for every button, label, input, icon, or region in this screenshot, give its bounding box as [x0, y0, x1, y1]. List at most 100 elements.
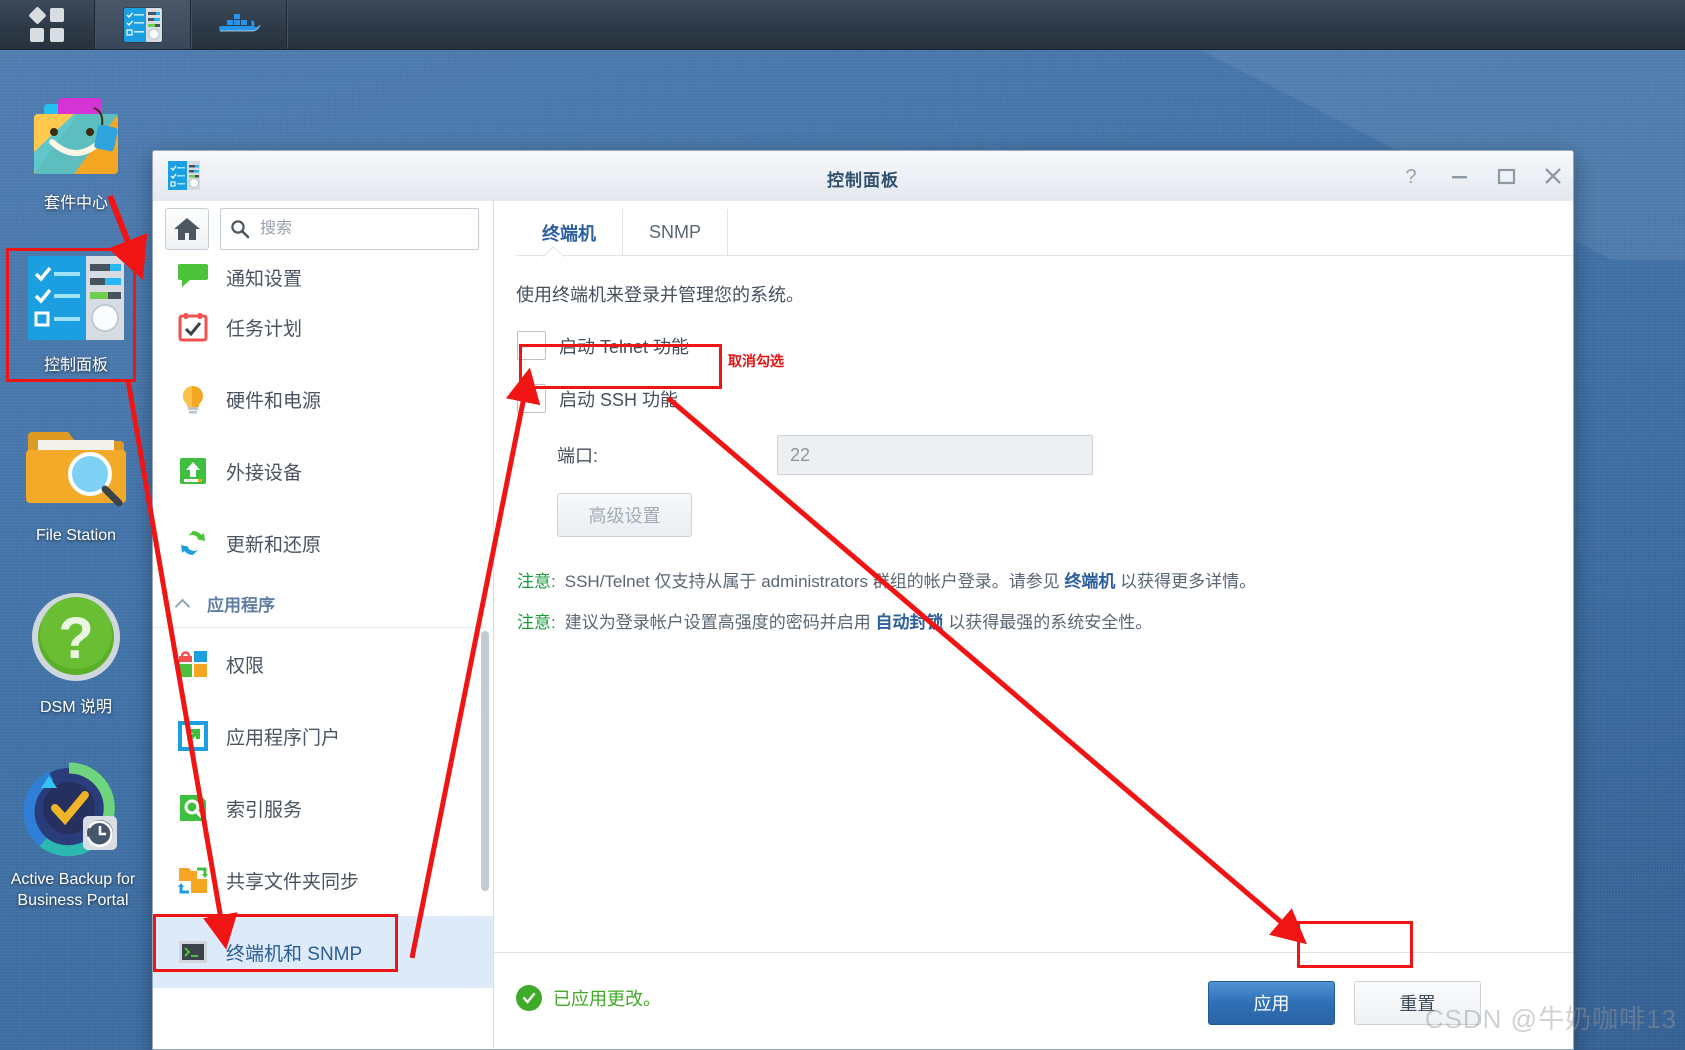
docker-whale-icon [219, 13, 261, 31]
status-message: 已应用更改。 [516, 985, 661, 1011]
home-icon [174, 218, 200, 240]
sidebar-item-terminal-snmp[interactable]: 终端机和 SNMP [153, 916, 493, 988]
tab-snmp[interactable]: SNMP [623, 209, 729, 256]
telnet-checkbox-row[interactable]: 启动 Telnet 功能 [494, 331, 1573, 360]
search-icon [231, 220, 250, 239]
chevron-up-icon [175, 595, 191, 611]
desktop-icon-control-panel[interactable]: 控制面板 [3, 250, 149, 376]
desktop-icon-file-station[interactable]: File Station [3, 418, 149, 546]
sidebar-item-application-portal[interactable]: 应用程序门户 [153, 700, 493, 772]
sidebar-item-label: 通知设置 [226, 269, 303, 290]
note-prefix: 注意: [517, 613, 556, 632]
indexing-service-icon [177, 792, 209, 824]
desktop-icon-dsm-help[interactable]: ? DSM 说明 [3, 588, 149, 718]
note-1: 注意: SSH/Telnet 仅支持从属于 administrators 群组的… [494, 567, 1573, 592]
desktop-icon-active-backup[interactable]: Active Backup for Business Portal [0, 758, 148, 911]
help-button[interactable]: ? [1398, 163, 1424, 189]
sidebar-nav-list[interactable]: 通知设置 任务计划 硬件和电源 外接设备 更新和还原 应用程序 权限 应用程序门… [153, 257, 493, 1049]
tab-strip: 终端机 SNMP [494, 201, 1573, 268]
control-panel-window: 控制面板 ? 搜索 通知设置 任务计划 硬件和电源 外接设备 更新和还原 应用程… [152, 150, 1574, 1050]
sidebar-item-privileges[interactable]: 权限 [153, 628, 493, 700]
window-title: 控制面板 [827, 171, 899, 190]
note-link[interactable]: 自动封锁 [875, 613, 943, 632]
ssh-checkbox[interactable] [517, 384, 546, 413]
note-text-part1: SSH/Telnet 仅支持从属于 administrators 群组的帐户登录… [564, 572, 1065, 591]
sidebar-scrollbar[interactable] [481, 631, 489, 891]
maximize-button[interactable] [1493, 163, 1519, 189]
sidebar-item-indexing-service[interactable]: 索引服务 [153, 772, 493, 844]
note-link[interactable]: 终端机 [1064, 572, 1115, 591]
port-input[interactable]: 22 [777, 435, 1093, 475]
sidebar-item-label: 权限 [226, 655, 265, 677]
search-input[interactable] [258, 219, 469, 239]
terminal-snmp-icon [177, 936, 209, 968]
sidebar-item-external-devices[interactable]: 外接设备 [153, 435, 493, 507]
sidebar-item-update-restore[interactable]: 更新和还原 [153, 507, 493, 579]
telnet-label: 启动 Telnet 功能 [559, 336, 690, 357]
external-devices-icon [177, 455, 209, 487]
sidebar-group-label: 应用程序 [207, 595, 275, 615]
desktop-icon-package-center[interactable]: 套件中心 [3, 80, 149, 214]
desktop-icon-label: File Station [35, 527, 117, 544]
desktop-icon-label: 控制面板 [43, 357, 108, 374]
note-2: 注意: 建议为登录帐户设置高强度的密码并启用 自动封锁 以获得最强的系统安全性。 [494, 608, 1573, 633]
port-label: 端口: [557, 446, 599, 466]
sidebar-item-shared-folder-sync[interactable]: 共享文件夹同步 [153, 844, 493, 916]
task-scheduler-icon [177, 311, 209, 343]
sidebar-item-label: 外接设备 [226, 462, 303, 484]
terminal-settings-panel: 使用终端机来登录并管理您的系统。 启动 Telnet 功能 启动 SSH 功能 … [494, 257, 1573, 953]
svg-text:?: ? [1405, 166, 1416, 188]
sidebar: 通知设置 任务计划 [153, 201, 494, 1049]
app-grid-icon [28, 5, 64, 42]
reset-button[interactable]: 重置 [1354, 981, 1481, 1025]
note-text: SSH/Telnet 仅支持从属于 administrators 群组的帐户登录… [565, 567, 1256, 592]
desktop-icon-label: Active Backup for Business Portal [10, 871, 136, 909]
svg-text:?: ? [58, 606, 93, 671]
note-text-part2: 以获得更多详情。 [1115, 572, 1257, 591]
notification-icon [177, 259, 209, 291]
ssh-label: 启动 SSH 功能 [559, 389, 679, 410]
taskbar-divider [287, 0, 288, 49]
note-text-part2: 以获得最强的系统安全性。 [943, 613, 1153, 632]
sidebar-item-hardware-power[interactable]: 硬件和电源 [153, 363, 493, 435]
control-panel-icon [124, 7, 162, 42]
main-content-pane: 终端机 SNMP 使用终端机来登录并管理您的系统。 启动 Telnet 功能 启… [494, 201, 1573, 1049]
panel-description: 使用终端机来登录并管理您的系统。 [516, 285, 804, 305]
ssh-checkbox-row[interactable]: 启动 SSH 功能 [494, 384, 1573, 413]
window-titlebar[interactable]: 控制面板 ? [153, 151, 1573, 202]
package-center-icon [34, 98, 118, 174]
taskbar-main-menu-button[interactable] [0, 0, 95, 49]
window-footer: 已应用更改。 应用 重置 [494, 952, 1573, 1049]
desktop-icon-label: 套件中心 [43, 195, 108, 212]
tab-label: 终端机 [542, 223, 596, 244]
telnet-checkbox[interactable] [517, 331, 546, 360]
apply-button[interactable]: 应用 [1208, 981, 1335, 1025]
status-text: 已应用更改。 [553, 989, 661, 1009]
advanced-settings-button[interactable]: 高级设置 [557, 493, 692, 537]
tab-terminal[interactable]: 终端机 [516, 209, 623, 256]
sidebar-item-label: 索引服务 [226, 799, 303, 821]
sidebar-group-applications[interactable]: 应用程序 [153, 579, 487, 628]
home-button[interactable] [165, 208, 209, 250]
sidebar-item-label: 更新和还原 [226, 534, 322, 556]
search-box[interactable] [220, 208, 479, 250]
sidebar-toolbar [153, 201, 493, 257]
file-station-icon [26, 432, 126, 507]
taskbar-docker-button[interactable] [192, 0, 287, 49]
taskbar-control-panel-button[interactable] [96, 0, 191, 49]
note-text: 建议为登录帐户设置高强度的密码并启用 自动封锁 以获得最强的系统安全性。 [565, 608, 1152, 633]
sidebar-item-label: 终端机和 SNMP [226, 943, 363, 965]
port-row: 端口: 22 [494, 435, 1573, 475]
taskbar [0, 0, 1685, 50]
sidebar-item-notification[interactable]: 通知设置 [153, 257, 493, 291]
dsm-help-icon: ? [32, 593, 120, 681]
minimize-button[interactable] [1446, 163, 1472, 189]
sidebar-item-label: 硬件和电源 [226, 390, 322, 412]
close-button[interactable] [1540, 163, 1566, 189]
sidebar-item-task-scheduler[interactable]: 任务计划 [153, 291, 493, 363]
sidebar-item-label: 任务计划 [226, 318, 303, 340]
update-restore-icon [177, 527, 209, 559]
note-prefix: 注意: [517, 572, 556, 591]
application-portal-icon [177, 720, 209, 752]
sidebar-item-label: 共享文件夹同步 [226, 871, 360, 893]
